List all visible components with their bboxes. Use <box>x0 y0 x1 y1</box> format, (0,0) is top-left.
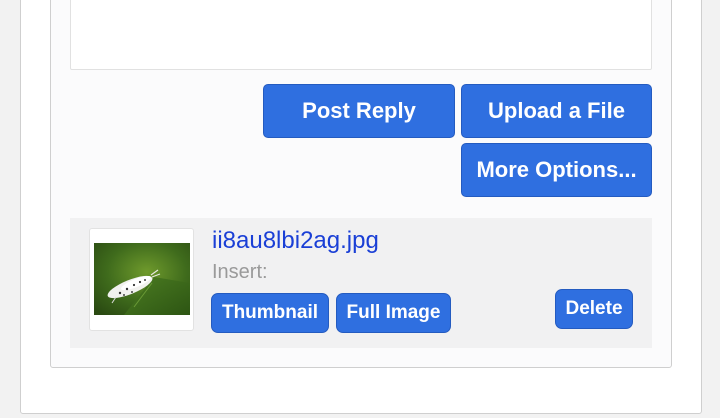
attachment-filename-link[interactable]: ii8au8lbi2ag.jpg <box>212 227 379 255</box>
insert-full-image-button[interactable]: Full Image <box>336 293 451 333</box>
upload-file-label: Upload a File <box>488 98 625 123</box>
moth-photo-icon <box>94 243 190 315</box>
insert-thumbnail-button[interactable]: Thumbnail <box>211 293 329 333</box>
delete-attachment-button[interactable]: Delete <box>555 289 633 329</box>
more-options-button[interactable]: More Options... <box>461 143 652 197</box>
post-reply-label: Post Reply <box>302 98 416 123</box>
insert-full-image-label: Full Image <box>346 302 441 323</box>
insert-label: Insert: <box>212 261 268 283</box>
more-options-label: More Options... <box>476 157 637 182</box>
post-reply-button[interactable]: Post Reply <box>263 84 455 138</box>
delete-attachment-label: Delete <box>565 298 623 319</box>
upload-file-button[interactable]: Upload a File <box>461 84 652 138</box>
attachment-thumbnail[interactable] <box>89 228 194 331</box>
insert-thumbnail-label: Thumbnail <box>221 302 319 323</box>
reply-textarea[interactable] <box>70 0 652 70</box>
